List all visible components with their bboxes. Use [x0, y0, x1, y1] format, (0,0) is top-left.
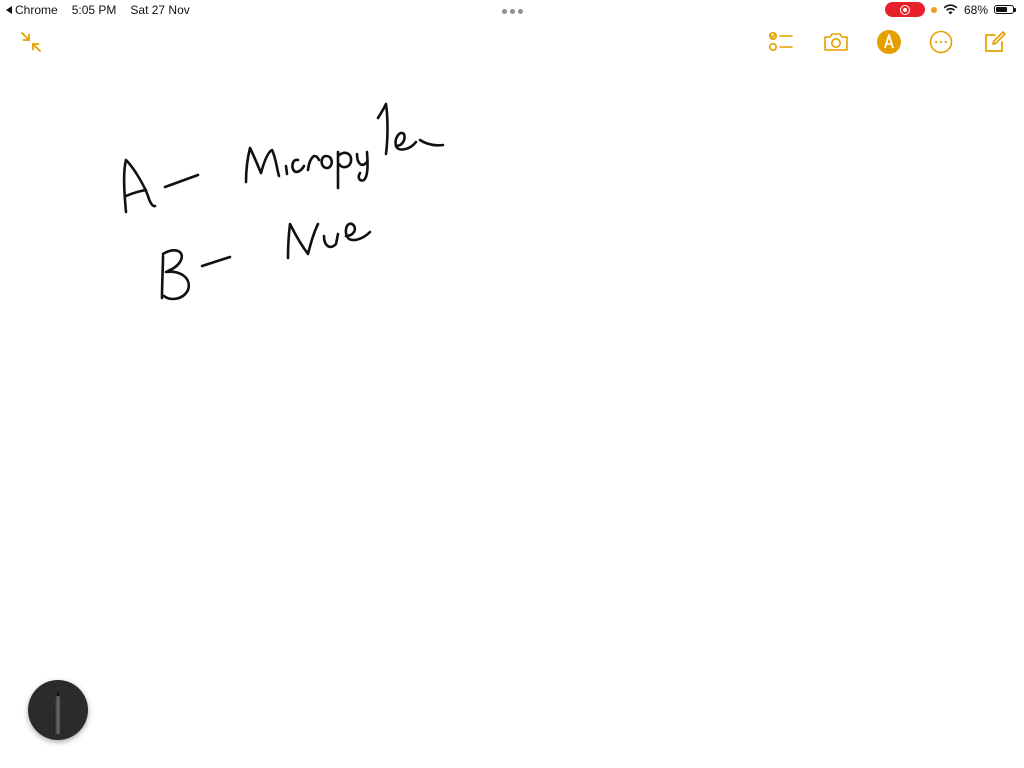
battery-fill — [996, 7, 1007, 12]
back-arrow-icon — [6, 6, 12, 14]
checklist-icon[interactable] — [768, 29, 794, 55]
status-right: 68% — [884, 2, 1016, 17]
more-icon[interactable] — [928, 29, 954, 55]
compose-icon[interactable] — [982, 29, 1008, 55]
battery-icon — [994, 5, 1016, 14]
collapse-icon[interactable] — [18, 29, 44, 55]
notes-screen: Chrome 5:05 PM Sat 27 Nov 68% — [0, 0, 1024, 768]
camera-icon[interactable] — [822, 29, 850, 55]
back-app-label: Chrome — [15, 3, 58, 17]
back-to-app-button[interactable]: Chrome — [6, 3, 58, 17]
status-left: Chrome 5:05 PM Sat 27 Nov — [6, 3, 190, 17]
microphone-indicator-icon — [930, 6, 937, 13]
status-bar: Chrome 5:05 PM Sat 27 Nov 68% — [0, 0, 1024, 20]
screen-recording-indicator[interactable] — [884, 2, 925, 17]
pen-icon — [54, 690, 62, 734]
handwriting-drawing — [122, 102, 445, 301]
status-date: Sat 27 Nov — [130, 3, 190, 17]
battery-percent: 68% — [963, 2, 988, 17]
wifi-icon — [943, 4, 958, 15]
note-canvas[interactable] — [0, 60, 1024, 768]
status-time: 5:05 PM — [71, 3, 117, 17]
record-icon — [899, 4, 910, 15]
multitasking-menu-icon[interactable] — [502, 9, 523, 14]
markup-icon[interactable] — [876, 29, 902, 55]
pen-tool-button[interactable] — [28, 680, 88, 740]
